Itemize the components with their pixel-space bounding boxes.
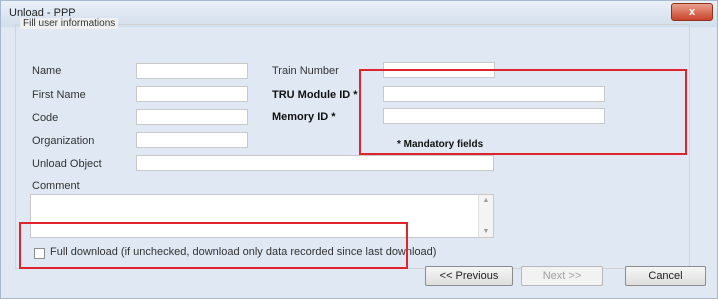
name-label: Name xyxy=(32,65,62,77)
organization-field[interactable] xyxy=(136,132,248,148)
previous-button[interactable]: << Previous xyxy=(425,266,513,286)
unload-object-label: Unload Object xyxy=(32,158,102,170)
next-button[interactable]: Next >> xyxy=(521,266,603,286)
group-label: Fill user informations xyxy=(20,18,119,29)
unload-object-field[interactable] xyxy=(136,155,494,171)
full-download-highlight-box xyxy=(19,222,408,269)
comment-scrollbar[interactable]: ▲ ▼ xyxy=(478,195,493,237)
code-field[interactable] xyxy=(136,109,248,125)
train-number-label: Train Number xyxy=(272,65,339,77)
code-label: Code xyxy=(32,112,59,124)
close-icon: x xyxy=(688,6,696,18)
first-name-label: First Name xyxy=(32,89,86,101)
first-name-field[interactable] xyxy=(136,86,248,102)
mandatory-highlight-box xyxy=(359,69,687,155)
tru-module-id-label: TRU Module ID * xyxy=(272,89,358,101)
name-field[interactable] xyxy=(136,63,248,79)
cancel-button[interactable]: Cancel xyxy=(625,266,706,286)
comment-label: Comment xyxy=(32,180,80,192)
organization-label: Organization xyxy=(32,135,95,147)
memory-id-label: Memory ID * xyxy=(272,111,336,123)
close-button[interactable]: x xyxy=(671,3,713,21)
scroll-down-icon[interactable]: ▼ xyxy=(481,228,491,235)
scroll-up-icon[interactable]: ▲ xyxy=(481,197,491,204)
